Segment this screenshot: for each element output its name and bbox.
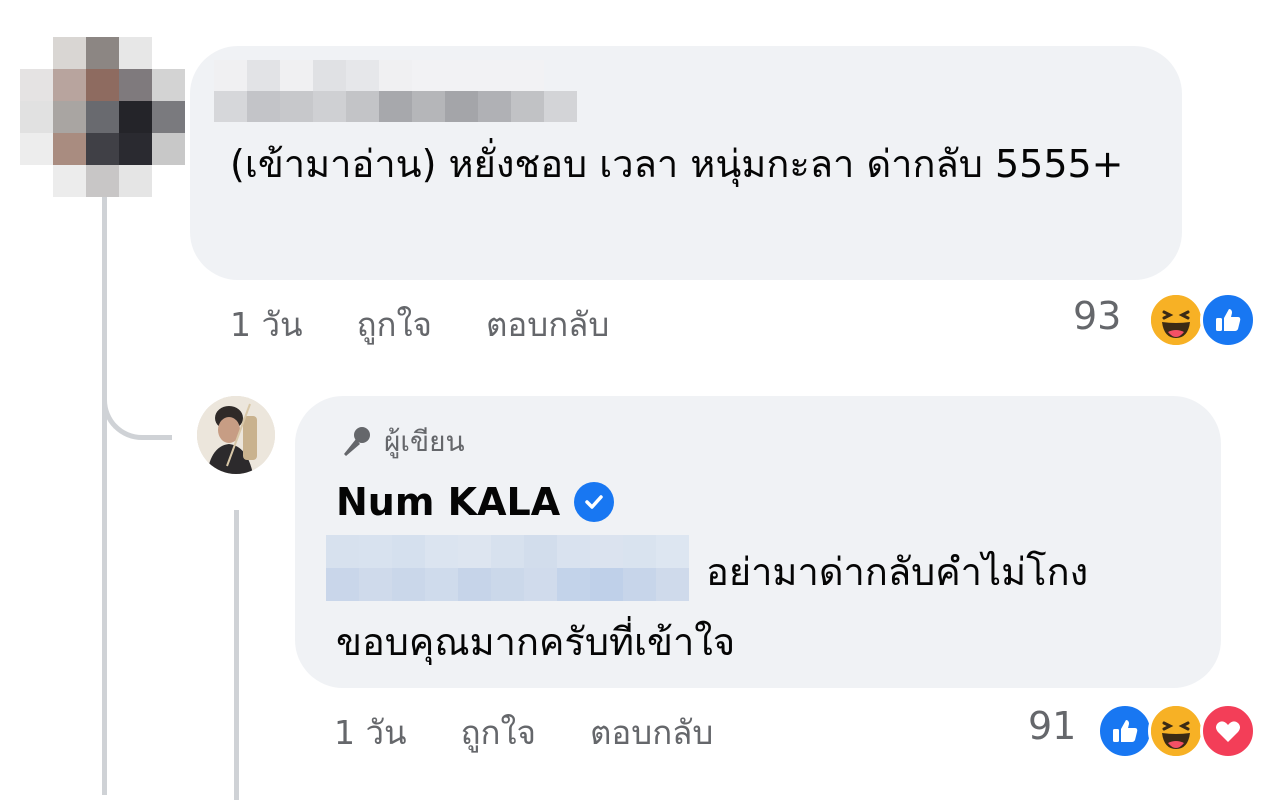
commenter-name-blurred[interactable] (214, 60, 577, 122)
thread-connector (102, 330, 172, 440)
love-reaction-icon[interactable] (1200, 703, 1256, 759)
comment-actions: 1 วัน ถูกใจ ตอบกลับ (230, 298, 663, 351)
mention-blurred[interactable] (326, 535, 692, 601)
microphone-icon (338, 424, 374, 460)
like-reaction-icon[interactable] (1097, 703, 1153, 759)
like-button[interactable]: ถูกใจ (357, 298, 432, 351)
author-badge-label: ผู้เขียน (384, 425, 465, 458)
author-name-label[interactable]: Num KALA (336, 480, 560, 524)
thread-line (102, 195, 107, 795)
reply-button[interactable]: ตอบกลับ (486, 298, 609, 351)
commenter-avatar-pixelated[interactable] (20, 37, 185, 197)
verified-badge-icon (574, 482, 615, 522)
reaction-count[interactable]: 93 (1073, 294, 1121, 338)
reply-text-line2: ขอบคุณมากครับที่เข้าใจ (336, 620, 736, 664)
comment-time[interactable]: 1 วัน (230, 298, 303, 351)
reply-reply-button[interactable]: ตอบกลับ (590, 706, 713, 759)
reply-time[interactable]: 1 วัน (334, 706, 407, 759)
author-name[interactable]: Num KALA (336, 480, 615, 524)
reply-reaction-count[interactable]: 91 (1028, 704, 1076, 748)
reply-actions: 1 วัน ถูกใจ ตอบกลับ (334, 706, 767, 759)
reply-thread-line (234, 510, 239, 800)
reply-like-button[interactable]: ถูกใจ (461, 706, 536, 759)
reply-text-line1: อย่ามาด่ากลับคำไม่โกง (706, 550, 1089, 594)
like-reaction-icon[interactable] (1200, 292, 1256, 348)
author-badge: ผู้เขียน (338, 420, 465, 464)
author-avatar[interactable] (197, 396, 275, 474)
haha-reaction-icon[interactable] (1148, 292, 1204, 348)
comment-text: (เข้ามาอ่าน) หยั่งชอบ เวลา หนุ่มกะลา ด่า… (230, 142, 1124, 186)
haha-reaction-icon[interactable] (1148, 703, 1204, 759)
